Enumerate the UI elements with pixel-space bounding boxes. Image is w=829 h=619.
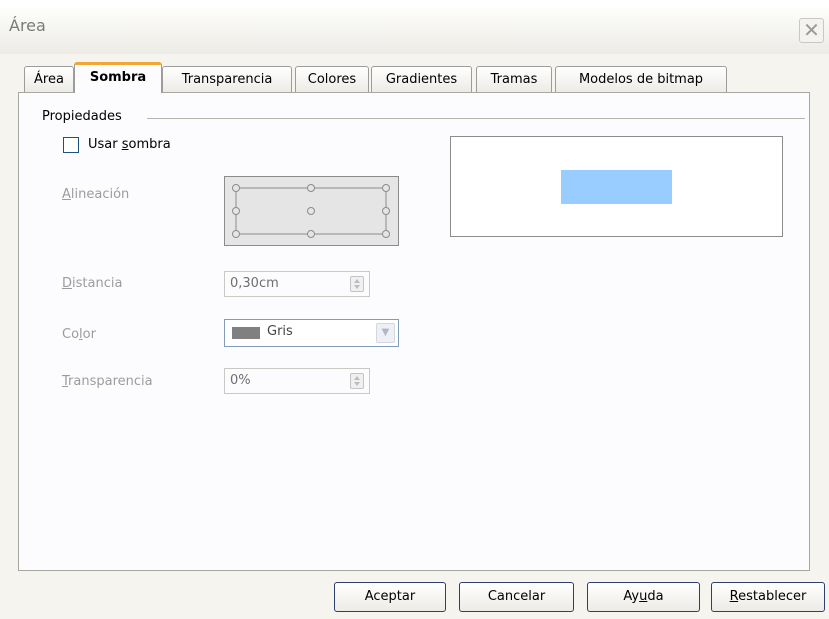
distance-label: Distancia	[62, 276, 123, 291]
alignment-point-top-left[interactable]	[232, 184, 240, 192]
help-button[interactable]: Ayuda	[587, 582, 700, 612]
preview-shape	[561, 170, 672, 204]
use-shadow-checkbox[interactable]	[63, 137, 79, 153]
alignment-point-top-center[interactable]	[307, 184, 315, 192]
alignment-point-top-right[interactable]	[382, 184, 390, 192]
window-title: Área	[9, 16, 46, 35]
transparency-spin-arrows-icon[interactable]	[350, 373, 364, 389]
tab-hatching[interactable]: Tramas	[476, 66, 552, 92]
reset-button[interactable]: Restablecer	[711, 582, 825, 612]
tab-gradients[interactable]: Gradientes	[371, 66, 472, 92]
alignment-label: Alineación	[62, 187, 130, 202]
alignment-point-center[interactable]	[307, 207, 315, 215]
tab-transparency[interactable]: Transparencia	[162, 66, 292, 92]
tab-shadow[interactable]: Sombra	[74, 62, 162, 93]
tab-bitmap-patterns[interactable]: Modelos de bitmap	[555, 66, 727, 92]
alignment-point-bottom-right[interactable]	[382, 230, 390, 238]
close-button[interactable]: ✕	[799, 18, 824, 43]
alignment-point-middle-left[interactable]	[232, 207, 240, 215]
title-bar	[0, 8, 829, 54]
tab-area[interactable]: Área	[24, 66, 74, 92]
transparency-spinbox[interactable]: 0%	[224, 368, 370, 394]
close-icon: ✕	[803, 18, 820, 42]
color-dropdown[interactable]: Gris ▼	[224, 319, 399, 347]
shadow-preview	[450, 136, 783, 237]
chevron-down-icon[interactable]: ▼	[376, 323, 395, 343]
group-label-properties: Propiedades	[42, 109, 122, 124]
alignment-point-bottom-center[interactable]	[307, 230, 315, 238]
transparency-value: 0%	[230, 373, 251, 388]
alignment-point-middle-right[interactable]	[382, 207, 390, 215]
distance-value: 0,30cm	[230, 276, 279, 291]
group-separator	[147, 118, 805, 119]
color-swatch	[232, 327, 260, 339]
alignment-point-bottom-left[interactable]	[232, 230, 240, 238]
alignment-selector[interactable]	[224, 176, 399, 246]
tab-colors[interactable]: Colores	[295, 66, 369, 92]
color-value: Gris	[267, 324, 293, 339]
use-shadow-label[interactable]: Usar sombra	[88, 137, 171, 152]
distance-spin-arrows-icon[interactable]	[350, 276, 364, 292]
color-label: Color	[62, 327, 96, 342]
cancel-button[interactable]: Cancelar	[459, 582, 574, 612]
distance-spinbox[interactable]: 0,30cm	[224, 271, 370, 297]
ok-button[interactable]: Aceptar	[334, 582, 446, 612]
transparency-label: Transparencia	[62, 374, 153, 389]
